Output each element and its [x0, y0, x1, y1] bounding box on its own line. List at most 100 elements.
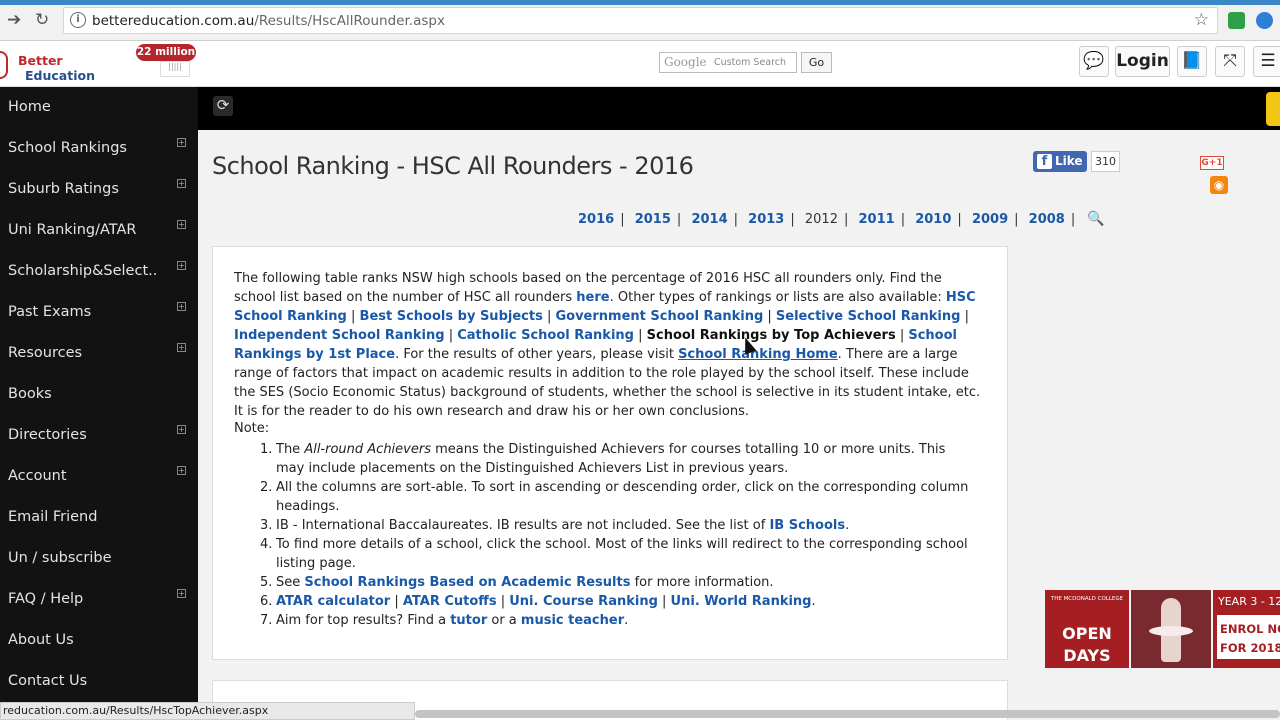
catholic-ranking-link[interactable]: Catholic School Ranking — [457, 328, 634, 343]
year-link[interactable]: 2008 — [1029, 212, 1065, 227]
horizontal-scrollbar[interactable] — [415, 710, 1280, 718]
music-teacher-link[interactable]: music teacher — [521, 613, 624, 628]
extension-icon[interactable] — [1228, 12, 1245, 29]
expand-icon[interactable]: + — [177, 466, 186, 475]
current-year: 2012 — [804, 212, 838, 227]
refresh-icon[interactable]: ⟳ — [213, 96, 233, 116]
visitor-count-badge: 22 million — [136, 44, 196, 61]
logo-text-line1: Better — [18, 53, 63, 68]
sidebar-item-directories[interactable]: Directories + — [0, 415, 198, 456]
independent-ranking-link[interactable]: Independent School Ranking — [234, 328, 445, 343]
content-toolbar: ⟳ — [198, 87, 1280, 130]
info-icon[interactable]: i — [70, 12, 86, 28]
uni-course-ranking-link[interactable]: Uni. Course Ranking — [509, 594, 658, 609]
site-header: Better Education 22 million ||||| Google… — [0, 41, 1280, 87]
sidebar-item-about-us[interactable]: About Us — [0, 620, 198, 661]
bookmark-star-icon[interactable]: ☆ — [1194, 10, 1209, 30]
sidebar-item-label: Resources — [8, 345, 83, 361]
sidebar-item-faq[interactable]: FAQ / Help + — [0, 579, 198, 620]
ib-schools-link[interactable]: IB Schools — [769, 518, 845, 533]
google-logo: Google — [664, 55, 707, 69]
address-bar[interactable]: i bettereducation.com.au/Results/HscAllR… — [63, 7, 1218, 34]
top-achievers-link[interactable]: School Rankings by Top Achievers — [647, 328, 896, 343]
year-link[interactable]: 2016 — [578, 212, 614, 227]
expand-icon[interactable]: + — [177, 343, 186, 352]
ad-college-name: THE MCDONALD COLLEGE — [1050, 596, 1124, 602]
expand-icon[interactable]: + — [177, 425, 186, 434]
reload-icon[interactable]: ↻ — [35, 10, 49, 30]
chat-icon[interactable]: 💬 — [1079, 46, 1109, 77]
sidebar-item-label: FAQ / Help — [8, 591, 84, 607]
ad-dancer-image — [1131, 590, 1211, 668]
like-label: Like — [1055, 154, 1083, 168]
sidebar-item-label: Scholarship&Select.. — [8, 263, 158, 279]
page-title: School Ranking - HSC All Rounders - 2016 — [212, 152, 694, 180]
sidebar-item-label: Directories — [8, 427, 87, 443]
sidebar-item-label: Home — [8, 99, 51, 115]
expand-icon[interactable]: + — [177, 589, 186, 598]
search-icon[interactable]: 🔍 — [1087, 211, 1104, 227]
search-go-button[interactable]: Go — [801, 52, 832, 73]
sidebar-item-label: Email Friend — [8, 509, 98, 525]
government-ranking-link[interactable]: Government School Ranking — [555, 309, 763, 324]
ad-enrol[interactable]: YEAR 3 - 12 ENROL NOW FOR 2018 — [1213, 590, 1280, 668]
tutor-link[interactable]: tutor — [450, 613, 487, 628]
facebook-like-button[interactable]: f Like — [1033, 151, 1087, 172]
sidebar-item-past-exams[interactable]: Past Exams + — [0, 292, 198, 333]
sidebar-item-unsubscribe[interactable]: Un / subscribe — [0, 538, 198, 579]
sidebar-item-label: School Rankings — [8, 140, 127, 156]
selective-ranking-link[interactable]: Selective School Ranking — [776, 309, 961, 324]
year-link[interactable]: 2014 — [691, 212, 727, 227]
google-plus-button[interactable]: G+1 — [1200, 156, 1224, 170]
sidebar-item-home[interactable]: Home — [0, 87, 198, 128]
atar-calculator-link[interactable]: ATAR calculator — [276, 594, 390, 609]
book-icon[interactable]: 📘 — [1177, 46, 1207, 77]
sidebar-item-account[interactable]: Account + — [0, 456, 198, 497]
sidebar-item-suburb-ratings[interactable]: Suburb Ratings + — [0, 169, 198, 210]
list-item: 4. To find more details of a school, clic… — [260, 537, 968, 571]
atar-cutoffs-link[interactable]: ATAR Cutoffs — [403, 594, 497, 609]
ad-open-days[interactable]: THE MCDONALD COLLEGE OPEN DAYS — [1045, 590, 1129, 668]
academic-results-link[interactable]: School Rankings Based on Academic Result… — [304, 575, 630, 590]
menu-icon[interactable]: ☰ — [1253, 46, 1280, 77]
best-schools-link[interactable]: Best Schools by Subjects — [360, 309, 543, 324]
window-top-band — [0, 0, 1280, 5]
sidebar-item-label: About Us — [8, 632, 74, 648]
expand-icon[interactable]: + — [177, 220, 186, 229]
sidebar-item-label: Contact Us — [8, 673, 88, 689]
login-button[interactable]: Login — [1115, 46, 1170, 77]
sidebar-item-school-rankings[interactable]: School Rankings + — [0, 128, 198, 169]
expand-icon[interactable]: + — [177, 138, 186, 147]
year-link[interactable]: 2011 — [859, 212, 895, 227]
sidebar-item-scholarship[interactable]: Scholarship&Select.. + — [0, 251, 198, 292]
here-link[interactable]: here — [576, 290, 609, 305]
sidebar-item-label: Account — [8, 468, 67, 484]
list-item: 2. All the columns are sort-able. To sort… — [260, 480, 969, 514]
year-link[interactable]: 2015 — [635, 212, 671, 227]
uni-world-ranking-link[interactable]: Uni. World Ranking — [671, 594, 812, 609]
sidebar-item-contact-us[interactable]: Contact Us — [0, 661, 198, 702]
rss-icon[interactable]: ◉ — [1210, 176, 1228, 194]
expand-icon[interactable]: + — [177, 302, 186, 311]
sidebar-item-books[interactable]: Books — [0, 374, 198, 415]
fullscreen-icon[interactable]: ⤧ — [1215, 46, 1245, 77]
year-link[interactable]: 2013 — [748, 212, 784, 227]
status-bar-url: reducation.com.au/Results/HscTopAchiever… — [0, 702, 415, 720]
sidebar-item-uni-ranking[interactable]: Uni Ranking/ATAR + — [0, 210, 198, 251]
year-link[interactable]: 2010 — [915, 212, 951, 227]
advertisement-banner[interactable]: THE MCDONALD COLLEGE OPEN DAYS YEAR 3 - 1… — [1045, 590, 1280, 668]
sidebar-item-resources[interactable]: Resources + — [0, 333, 198, 374]
feedback-tab[interactable] — [1266, 92, 1280, 126]
sidebar-nav: Home School Rankings + Suburb Ratings + Un… — [0, 87, 198, 720]
extension-shield-icon[interactable] — [1256, 12, 1273, 29]
url-text[interactable]: bettereducation.com.au/Results/HscAllRou… — [92, 13, 445, 29]
school-ranking-home-link[interactable]: School Ranking Home — [678, 347, 838, 362]
expand-icon[interactable]: + — [177, 179, 186, 188]
expand-icon[interactable]: + — [177, 261, 186, 270]
sidebar-item-email-friend[interactable]: Email Friend — [0, 497, 198, 538]
search-input[interactable]: Google Custom Search — [659, 52, 797, 73]
forward-icon[interactable]: ➔ — [7, 10, 21, 30]
year-link[interactable]: 2009 — [972, 212, 1008, 227]
sidebar-item-label: Suburb Ratings — [8, 181, 119, 197]
list-item: 5. See School Rankings Based on Academic … — [260, 575, 774, 590]
